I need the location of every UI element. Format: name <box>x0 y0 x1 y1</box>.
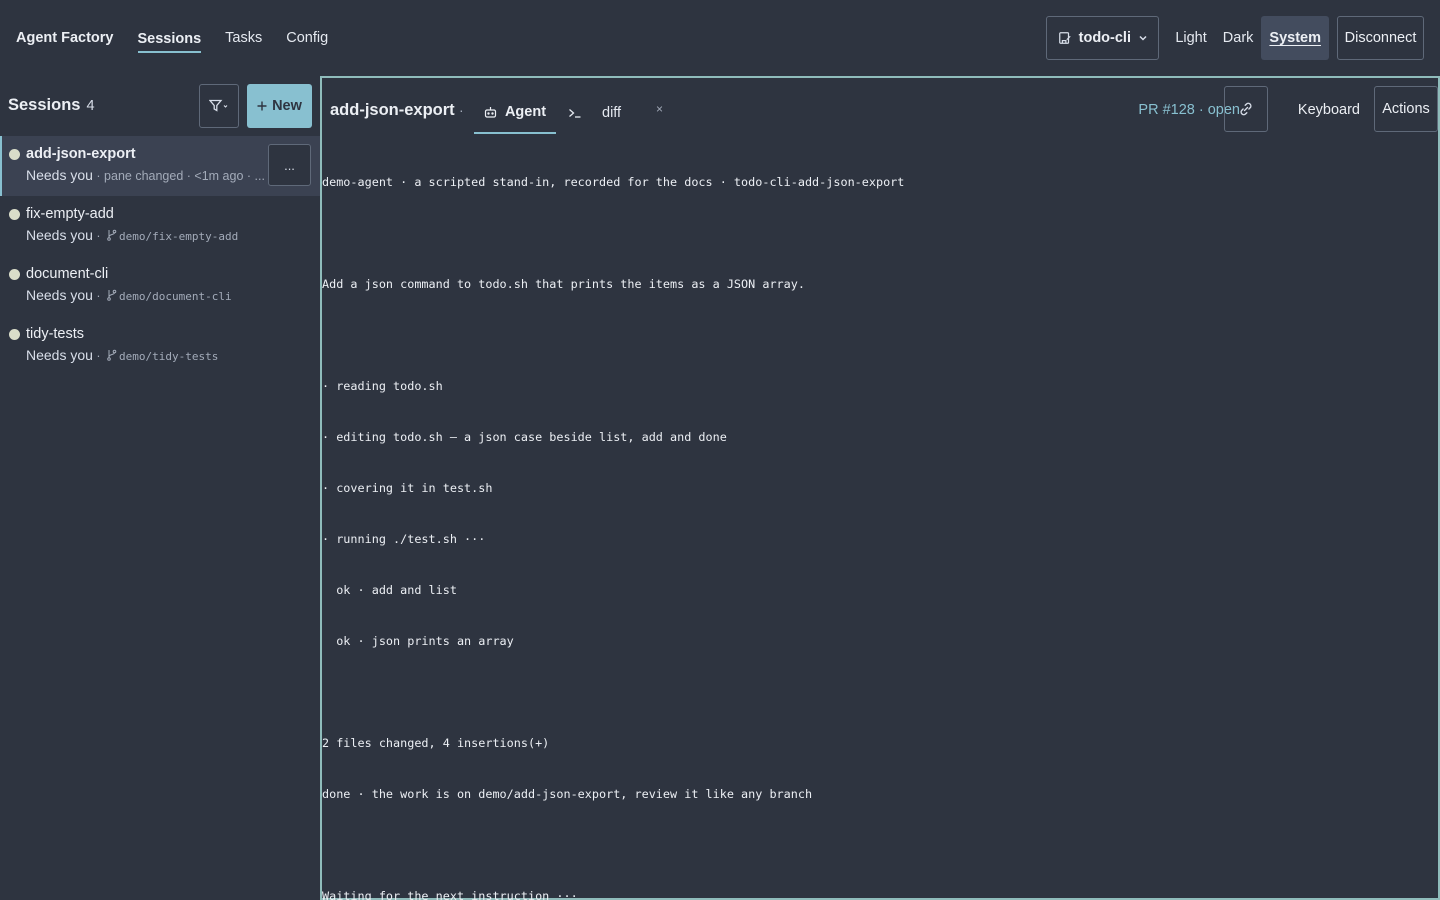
theme-dark-button[interactable]: Dark <box>1215 16 1262 60</box>
theme-dark-label: Dark <box>1222 30 1254 46</box>
nav-sessions[interactable]: Sessions <box>137 25 202 53</box>
session-branch: demo/document-cli <box>119 290 232 303</box>
theme-light-button[interactable]: Light <box>1167 16 1214 60</box>
git-branch-icon <box>107 229 117 241</box>
repo-select[interactable]: todo-cli <box>1046 16 1160 60</box>
meta-separator: · <box>92 229 105 243</box>
app-brand[interactable]: Agent Factory <box>16 30 114 46</box>
session-item-tidy-tests[interactable]: tidy-tests Needs you · demo/tidy-tests <box>0 316 320 376</box>
session-pane-header: add-json-export · Agent diff × PR #128 ·… <box>322 78 1438 140</box>
tab-agent-label: Agent <box>504 104 547 120</box>
terminal-prompt-icon <box>569 109 581 118</box>
session-status: Needs you <box>26 347 93 363</box>
repo-select-value: todo-cli <box>1078 30 1131 46</box>
status-dot <box>9 329 20 340</box>
meta-separator: · <box>92 169 105 183</box>
terminal-line: · covering it in test.sh <box>322 481 493 495</box>
repo-icon <box>1058 32 1071 44</box>
link-icon <box>1240 102 1252 116</box>
top-bar: Agent Factory Sessions Tasks Config todo… <box>0 0 1440 76</box>
session-count: 4 <box>86 98 95 114</box>
theme-system-label: System <box>1269 30 1321 46</box>
nav-tasks[interactable]: Tasks <box>225 24 262 52</box>
session-item-document-cli[interactable]: document-cli Needs you · demo/document-c… <box>0 256 320 316</box>
filter-button[interactable] <box>199 84 239 128</box>
copy-link-button[interactable] <box>1224 86 1268 132</box>
terminal-line: · reading todo.sh <box>322 379 443 393</box>
chevron-down-icon <box>1139 35 1147 41</box>
session-status: Needs you <box>26 227 93 243</box>
git-branch-icon <box>107 349 117 361</box>
terminal-line: 2 files changed, 4 insertions(+) <box>322 736 550 750</box>
tab-diff-label: diff <box>602 105 622 121</box>
filter-icon <box>209 99 228 112</box>
meta-separator: · <box>92 349 105 363</box>
terminal-line: · running ./test.sh ··· <box>322 532 486 546</box>
plus-icon <box>257 101 267 111</box>
tab-agent[interactable]: Agent <box>474 92 556 134</box>
git-branch-icon <box>107 289 117 301</box>
theme-light-label: Light <box>1175 30 1207 46</box>
terminal-line: done · the work is on demo/add-json-expo… <box>322 787 813 801</box>
keyboard-button[interactable]: Keyboard <box>1298 102 1360 118</box>
actions-button[interactable]: Actions <box>1374 86 1438 132</box>
session-title: add-json-export <box>330 101 455 119</box>
sidebar-header: Sessions 4 New <box>0 76 320 136</box>
sessions-sidebar: Sessions 4 New add-json-export Needs you … <box>0 76 320 900</box>
session-name: tidy-tests <box>26 326 85 342</box>
session-branch: demo/tidy-tests <box>119 350 219 363</box>
meta-separator: · <box>92 289 105 303</box>
status-dot <box>9 149 20 160</box>
terminal-line: ok · add and list <box>322 583 457 597</box>
sidebar-title-text: Sessions <box>8 96 81 114</box>
session-meta: Needs you · demo/tidy-tests <box>26 346 320 366</box>
terminal-line: · editing todo.sh — a json case beside l… <box>322 430 727 444</box>
top-right-controls: todo-cli Light Dark System Disconnect <box>1046 16 1424 60</box>
session-name: document-cli <box>26 266 109 282</box>
session-meta: Needs you · demo/fix-empty-add <box>26 226 320 246</box>
nav-config[interactable]: Config <box>286 24 328 52</box>
session-name: fix-empty-add <box>26 206 114 222</box>
terminal-output[interactable]: demo-agent · a scripted stand-in, record… <box>322 140 1438 900</box>
tab-close-button[interactable]: × <box>656 102 663 116</box>
new-session-button[interactable]: New <box>247 84 312 128</box>
terminal-line: Waiting for the next instruction ··· <box>322 889 578 900</box>
session-status: Needs you <box>26 167 93 183</box>
terminal-line: ok · json prints an array <box>322 634 514 648</box>
tab-diff[interactable]: diff <box>568 92 621 134</box>
robot-icon <box>484 107 497 118</box>
terminal-line: Add a json command to todo.sh that print… <box>322 277 805 291</box>
sidebar-title: Sessions 4 <box>8 96 95 115</box>
title-separator: · <box>459 102 464 118</box>
session-meta: Needs you · demo/document-cli <box>26 286 320 306</box>
session-more-button[interactable]: ... <box>268 144 311 186</box>
session-item-fix-empty-add[interactable]: fix-empty-add Needs you · demo/fix-empty… <box>0 196 320 256</box>
status-dot <box>9 209 20 220</box>
session-info: pane changed · <1m ago · ... <box>104 169 265 183</box>
session-status: Needs you <box>26 287 93 303</box>
session-pane: add-json-export · Agent diff × PR #128 ·… <box>320 76 1440 900</box>
terminal-line: demo-agent · a scripted stand-in, record… <box>322 175 905 189</box>
session-branch: demo/fix-empty-add <box>119 230 239 243</box>
main-nav: Agent Factory Sessions Tasks Config <box>16 23 352 53</box>
disconnect-button[interactable]: Disconnect <box>1337 16 1424 60</box>
status-dot <box>9 269 20 280</box>
theme-system-button[interactable]: System <box>1261 16 1329 60</box>
new-session-label: New <box>272 98 302 114</box>
session-item-add-json-export[interactable]: add-json-export Needs you · pane changed… <box>0 136 320 196</box>
